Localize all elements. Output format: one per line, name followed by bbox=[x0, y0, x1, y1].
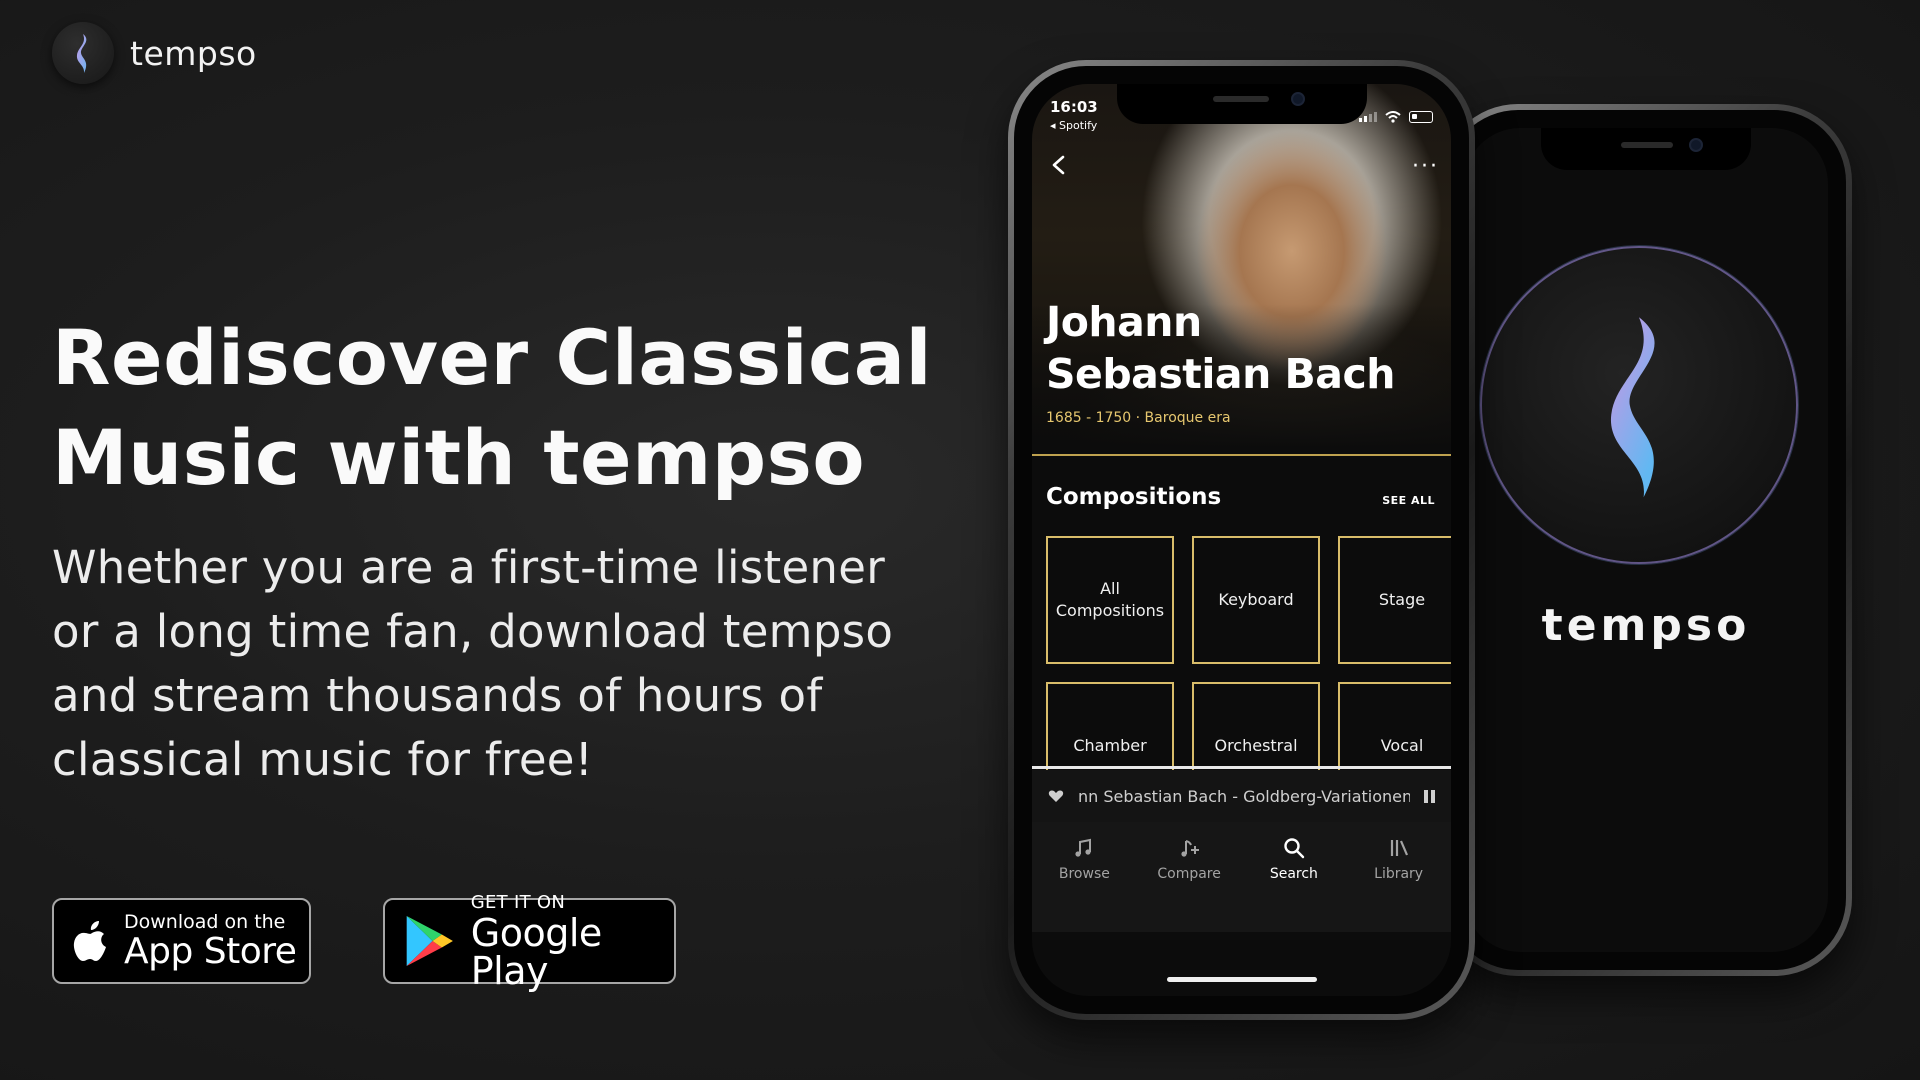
app-store-small-text: Download on the bbox=[124, 911, 286, 933]
apple-icon bbox=[73, 921, 106, 961]
now-playing-track: nn Sebastian Bach - Goldberg-Variationen bbox=[1078, 786, 1410, 806]
composer-screen: 16:03 ◂ Spotify ··· Johann Sebastian Bac… bbox=[1032, 84, 1451, 996]
status-bar: 16:03 ◂ Spotify bbox=[1050, 98, 1433, 132]
music-note-plus-icon bbox=[1181, 840, 1200, 857]
search-icon bbox=[1284, 838, 1305, 859]
music-note-icon bbox=[1075, 838, 1092, 857]
tab-library[interactable]: Library bbox=[1349, 836, 1449, 932]
tab-browse[interactable]: Browse bbox=[1034, 836, 1134, 932]
app-store-big-text: App Store bbox=[124, 931, 297, 972]
google-play-icon bbox=[406, 916, 453, 966]
brand: tempso bbox=[52, 22, 257, 84]
phone-mockup-composer: 16:03 ◂ Spotify ··· Johann Sebastian Bac… bbox=[1008, 60, 1475, 1020]
pause-icon[interactable] bbox=[1424, 789, 1435, 803]
subheadline: Whether you are a first-time listener or… bbox=[52, 541, 894, 786]
brand-name: tempso bbox=[130, 33, 257, 73]
status-back-to-app[interactable]: ◂ Spotify bbox=[1050, 119, 1098, 132]
tab-search-label: Search bbox=[1269, 866, 1318, 882]
splash-screen: tempso bbox=[1464, 128, 1828, 952]
category-tile-all-compositions[interactable]: All Compositions bbox=[1046, 536, 1174, 664]
tempso-logo-icon bbox=[52, 22, 114, 84]
more-options-icon[interactable]: ··· bbox=[1412, 154, 1439, 179]
signal-icon bbox=[1359, 112, 1377, 122]
tab-search[interactable]: Search bbox=[1244, 836, 1344, 932]
home-indicator bbox=[1166, 977, 1317, 982]
see-all-link[interactable]: SEE ALL bbox=[1382, 494, 1435, 507]
tab-library-label: Library bbox=[1374, 866, 1424, 882]
tab-bar: Browse Compare Search Library bbox=[1032, 822, 1451, 932]
composer-name: Johann Sebastian Bach bbox=[1046, 298, 1395, 398]
tab-compare[interactable]: Compare bbox=[1139, 836, 1239, 932]
mini-player[interactable]: nn Sebastian Bach - Goldberg-Variationen bbox=[1032, 770, 1451, 822]
divider bbox=[1032, 454, 1451, 456]
headline-line-1: Rediscover Classical bbox=[52, 313, 933, 402]
headline: Rediscover Classical Music with tempso bbox=[52, 308, 952, 508]
google-play-big-text: Google Play bbox=[470, 911, 603, 993]
battery-icon bbox=[1409, 111, 1433, 123]
category-tile-keyboard[interactable]: Keyboard bbox=[1192, 536, 1320, 664]
google-play-button[interactable]: GET IT ON Google Play bbox=[383, 892, 676, 990]
splash-app-name: tempso bbox=[1541, 600, 1751, 651]
tempso-logo-icon bbox=[1610, 317, 1655, 498]
phone-mockup-splash: tempso bbox=[1440, 104, 1852, 976]
phone-notch bbox=[1541, 128, 1751, 170]
category-tile-stage[interactable]: Stage bbox=[1338, 536, 1451, 664]
back-arrow-icon[interactable] bbox=[1048, 154, 1070, 176]
tab-browse-label: Browse bbox=[1058, 866, 1110, 882]
library-icon bbox=[1390, 840, 1408, 856]
heart-icon[interactable] bbox=[1048, 789, 1064, 803]
wifi-icon bbox=[1385, 111, 1401, 123]
headline-line-2: Music with tempso bbox=[52, 413, 866, 502]
splash-logo-circle bbox=[1480, 246, 1798, 564]
compositions-heading: Compositions bbox=[1046, 484, 1222, 510]
composer-dates-era: 1685 - 1750 · Baroque era bbox=[1046, 410, 1231, 426]
tab-compare-label: Compare bbox=[1157, 866, 1221, 882]
status-time: 16:03 bbox=[1050, 98, 1098, 116]
app-store-button[interactable]: Download on the App Store bbox=[52, 898, 311, 984]
